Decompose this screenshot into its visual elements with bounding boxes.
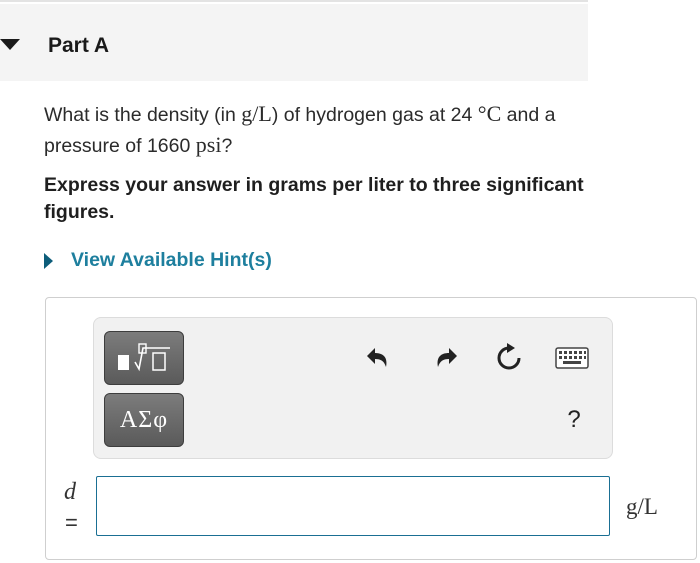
templates-button[interactable] [104,331,184,385]
hint-link[interactable]: View Available Hint(s) [44,249,272,272]
question-text-4: ? [221,135,233,157]
reset-button[interactable] [491,340,527,376]
part-header[interactable]: Part A [0,4,588,81]
variable-label: d [64,479,76,505]
answer-panel: ΑΣφ ? d = g/L [45,297,697,560]
answer-input[interactable] [96,476,610,536]
hint-label[interactable]: View Available Hint(s) [71,249,272,272]
question-text: What is the density (in g/L) of hydrogen… [44,99,604,161]
help-button[interactable]: ? [556,402,592,438]
templates-icon [118,343,170,372]
keyboard-button[interactable] [554,340,590,376]
redo-icon [437,348,457,367]
equals-sign: = [65,510,78,535]
part-title: Part A [48,34,110,57]
density-unit: g/L [241,101,272,126]
expand-arrow-icon [44,252,53,269]
undo-icon [367,348,387,367]
collapse-caret-icon[interactable] [0,39,20,50]
keyboard-icon [555,347,589,369]
pressure-unit: psi [195,132,222,157]
reset-icon [497,343,521,370]
answer-unit: g/L [626,494,658,519]
symbols-label: ΑΣφ [119,406,169,433]
redo-button[interactable] [428,340,464,376]
symbols-button[interactable]: ΑΣφ [104,393,184,447]
temperature-unit: °C [477,101,502,126]
question-text-2: ) of hydrogen gas at 24 [271,104,478,126]
undo-button[interactable] [360,340,396,376]
question-text-1: What is the density (in [44,104,242,126]
top-divider [0,0,588,2]
answer-instructions: Express your answer in grams per liter t… [44,174,584,223]
math-toolbar: ΑΣφ ? [93,317,613,459]
